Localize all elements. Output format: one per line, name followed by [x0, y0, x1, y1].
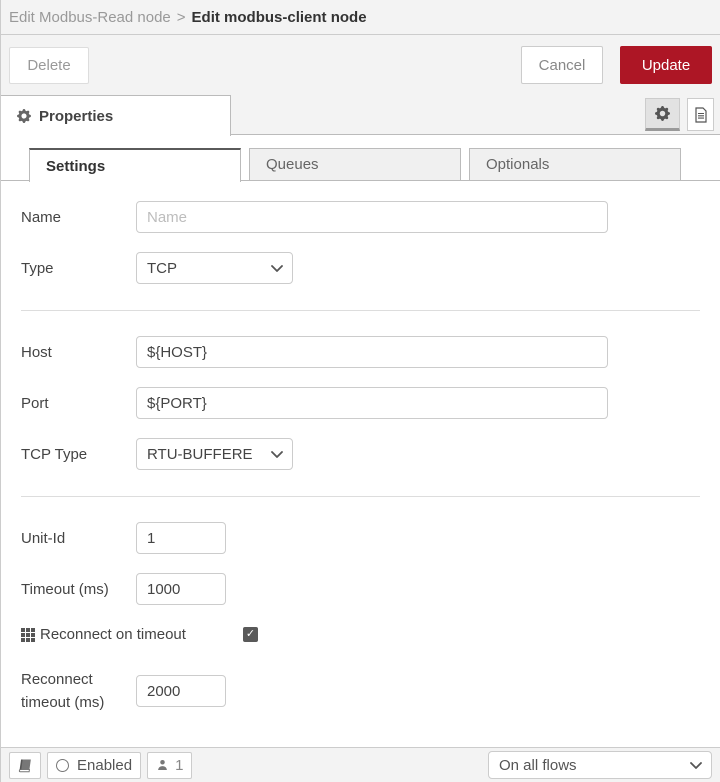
edit-form-panel: Settings Queues Optionals Name Type TCP … [1, 148, 720, 760]
type-select-value: TCP [147, 259, 177, 277]
reconnect-timeout-row: Reconnect timeout (ms) [21, 668, 700, 714]
tray-footer: Enabled 1 On all flows [1, 747, 720, 782]
update-button[interactable]: Update [620, 46, 712, 84]
chevron-down-icon [690, 762, 702, 770]
type-row: Type TCP [21, 252, 700, 284]
gear-icon [655, 106, 670, 121]
cancel-button[interactable]: Cancel [521, 46, 603, 84]
properties-tab-bar: Properties [1, 95, 720, 136]
unit-id-input[interactable] [136, 522, 226, 554]
chevron-down-icon [271, 265, 283, 273]
host-label: Host [21, 343, 52, 361]
unit-id-label: Unit-Id [21, 529, 66, 547]
reconnect-on-timeout-checkbox[interactable]: ✓ [242, 627, 258, 642]
enabled-label: Enabled [77, 756, 133, 774]
unit-id-row: Unit-Id [21, 522, 700, 554]
tab-settings[interactable]: Settings [29, 148, 241, 182]
host-row: Host [21, 336, 700, 368]
reconnect-timeout-label: Reconnect timeout (ms) [21, 671, 105, 711]
grid-icon [21, 628, 35, 642]
type-select[interactable]: TCP [136, 252, 293, 284]
tab-queues[interactable]: Queues [249, 148, 461, 181]
reconnect-on-timeout-row: Reconnect on timeout ✓ [21, 626, 700, 643]
tcp-type-label: TCP Type [21, 445, 88, 463]
properties-tab-label: Properties [39, 107, 114, 125]
user-count: 1 [175, 756, 184, 774]
host-input[interactable] [136, 336, 608, 368]
gear-icon [17, 109, 31, 123]
tcp-type-select[interactable]: RTU-BUFFERED [136, 438, 293, 470]
tab-settings-label: Settings [46, 157, 106, 175]
tab-queues-label: Queues [266, 156, 319, 173]
edit-properties-toggle-button[interactable] [645, 98, 680, 131]
scope-select-value: On all flows [499, 756, 577, 774]
timeout-label: Timeout (ms) [21, 580, 109, 598]
node-users-button[interactable]: 1 [147, 751, 193, 779]
reconnect-timeout-input[interactable] [136, 675, 226, 707]
check-icon: ✓ [245, 628, 256, 640]
divider [21, 310, 700, 311]
page-title: Edit modbus-client node [191, 8, 367, 26]
breadcrumb-separator: > [176, 8, 186, 26]
book-icon [17, 758, 33, 773]
tab-properties[interactable]: Properties [1, 95, 231, 136]
timeout-row: Timeout (ms) [21, 573, 700, 605]
port-input[interactable] [136, 387, 608, 419]
settings-form: Name Type TCP Host Port TCP Type RTU-BU [1, 181, 720, 753]
circle-icon [56, 758, 69, 772]
tab-optionals-label: Optionals [486, 156, 550, 173]
node-enabled-toggle-button[interactable]: Enabled [47, 751, 142, 779]
type-label: Type [21, 259, 54, 277]
user-icon [156, 758, 169, 772]
document-icon [694, 106, 708, 123]
timeout-input[interactable] [136, 573, 226, 605]
tcp-type-select-value: RTU-BUFFERED [147, 445, 253, 463]
node-description-button[interactable] [687, 98, 714, 131]
port-label: Port [21, 394, 49, 412]
scope-select[interactable]: On all flows [488, 751, 712, 779]
node-help-button[interactable] [9, 751, 41, 779]
port-row: Port [21, 387, 700, 419]
name-label: Name [21, 208, 62, 226]
delete-button[interactable]: Delete [9, 46, 89, 84]
name-row: Name [21, 201, 700, 233]
chevron-down-icon [271, 451, 283, 459]
tcp-type-row: TCP Type RTU-BUFFERED [21, 438, 700, 470]
settings-tabs: Settings Queues Optionals [1, 148, 720, 182]
breadcrumb-parent-link[interactable]: Edit Modbus-Read node [9, 9, 171, 26]
tab-optionals[interactable]: Optionals [469, 148, 681, 181]
breadcrumb: Edit Modbus-Read node > Edit modbus-clie… [1, 0, 720, 35]
divider [21, 496, 700, 497]
name-input[interactable] [136, 201, 608, 233]
reconnect-on-timeout-label: Reconnect on timeout [40, 626, 186, 643]
tray-toolbar: Delete Cancel Update [1, 35, 720, 95]
